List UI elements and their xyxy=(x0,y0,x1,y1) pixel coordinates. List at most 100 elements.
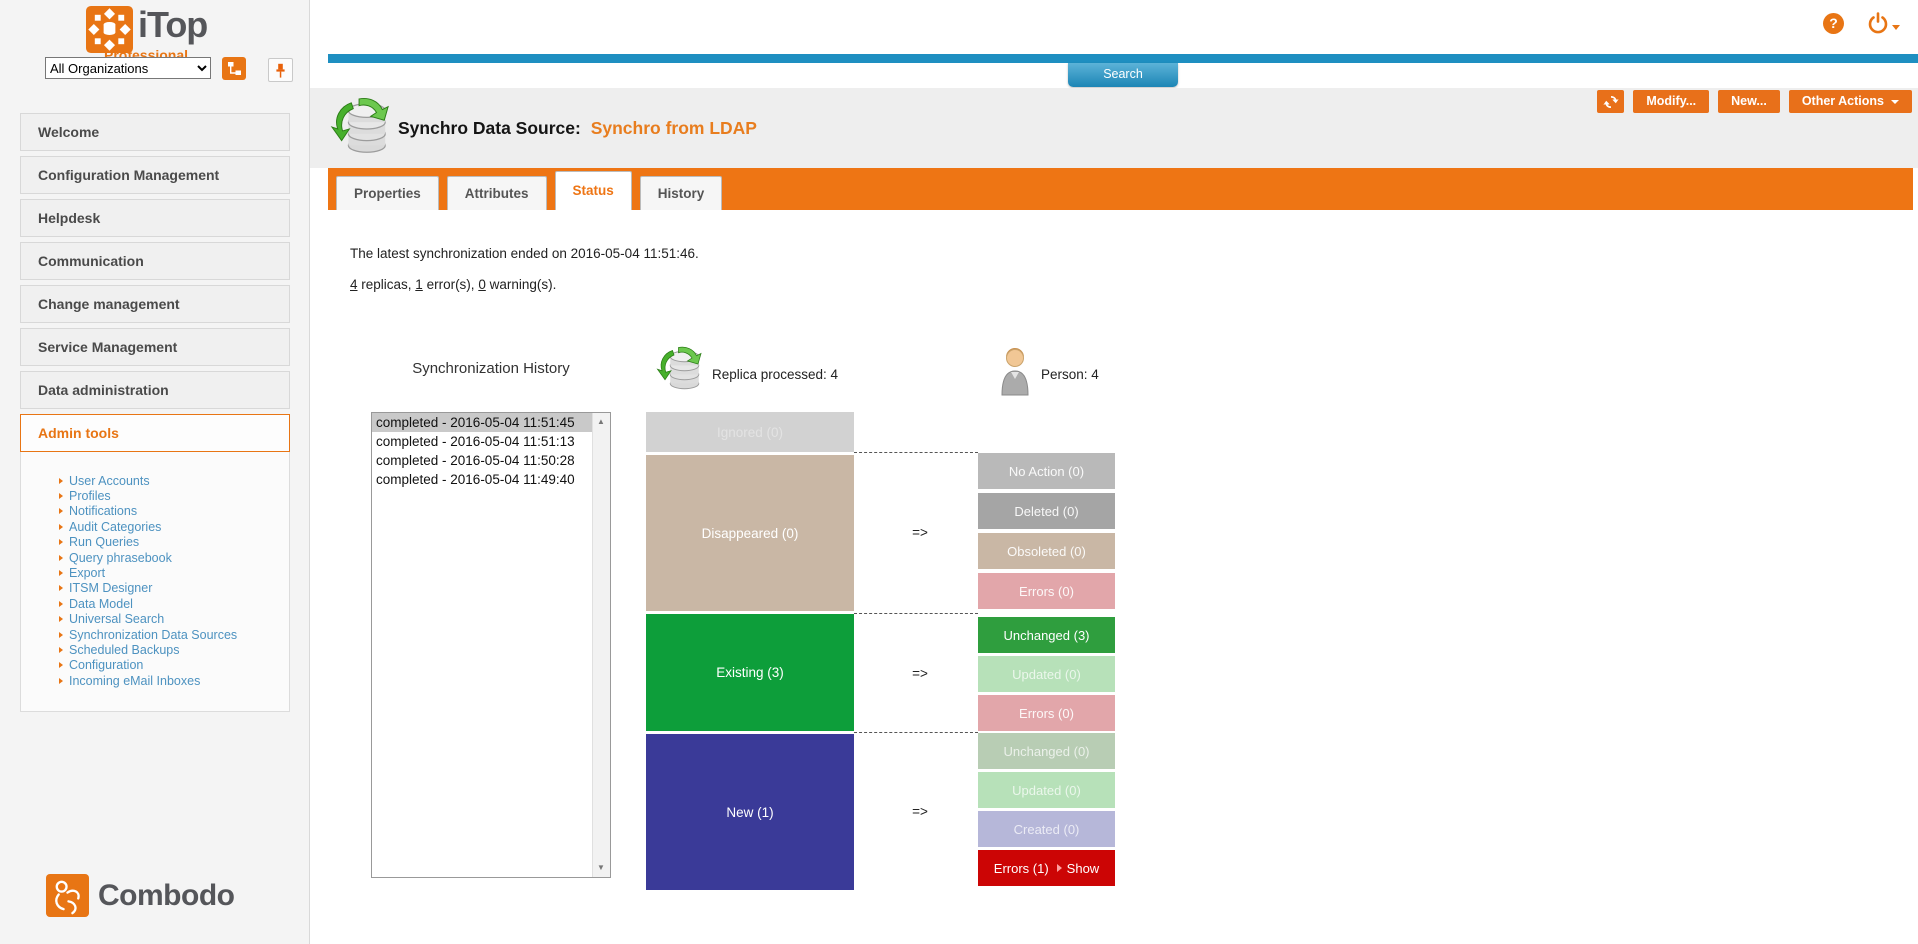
submenu-label[interactable]: Configuration xyxy=(69,658,143,672)
status-box-updated-existing: Updated (0) xyxy=(978,656,1115,692)
submenu-label[interactable]: Notifications xyxy=(69,504,137,518)
submenu-item-data-model[interactable]: Data Model xyxy=(21,596,289,611)
logout-menu[interactable] xyxy=(1867,12,1900,34)
pin-menu-button[interactable] xyxy=(268,58,293,82)
sidebar-item-service-management[interactable]: Service Management xyxy=(20,328,290,366)
other-actions-label: Other Actions xyxy=(1802,90,1884,113)
sidebar-item-configuration-management[interactable]: Configuration Management xyxy=(20,156,290,194)
sidebar-item-data-administration[interactable]: Data administration xyxy=(20,371,290,409)
scroll-up-icon[interactable]: ▲ xyxy=(593,414,609,430)
synchronization-history-listbox[interactable]: completed - 2016-05-04 11:51:45 complete… xyxy=(371,412,611,878)
sidebar-item-change-management[interactable]: Change management xyxy=(20,285,290,323)
connector-line xyxy=(854,613,978,614)
refresh-icon xyxy=(1603,94,1619,110)
modify-button[interactable]: Modify... xyxy=(1633,90,1709,113)
submenu-label[interactable]: Profiles xyxy=(69,489,111,503)
status-box-errors-existing: Errors (0) xyxy=(978,695,1115,731)
submenu-item-incoming-email-inboxes[interactable]: Incoming eMail Inboxes xyxy=(21,673,289,688)
sidebar-item-helpdesk[interactable]: Helpdesk xyxy=(20,199,290,237)
replicas-text: replicas, xyxy=(358,277,416,292)
tab-history[interactable]: History xyxy=(640,176,723,210)
sidebar-item-communication[interactable]: Communication xyxy=(20,242,290,280)
history-item[interactable]: completed - 2016-05-04 11:51:45 xyxy=(372,413,610,432)
search-button[interactable]: Search xyxy=(1068,63,1178,87)
status-box-errors-new: Errors (1) Show xyxy=(978,850,1115,886)
submenu-item-universal-search[interactable]: Universal Search xyxy=(21,612,289,627)
submenu-label[interactable]: User Accounts xyxy=(69,474,150,488)
warnings-count-link[interactable]: 0 xyxy=(478,277,486,292)
other-actions-button[interactable]: Other Actions xyxy=(1789,90,1912,113)
show-caret-icon xyxy=(1057,864,1062,872)
tab-properties[interactable]: Properties xyxy=(336,176,439,210)
submenu-label[interactable]: ITSM Designer xyxy=(69,581,152,595)
bullet-triangle-icon xyxy=(59,570,63,576)
submenu-item-configuration[interactable]: Configuration xyxy=(21,658,289,673)
show-errors-link[interactable]: Show xyxy=(1067,861,1100,876)
errors-count-link[interactable]: 1 xyxy=(415,277,423,292)
submenu-item-query-phrasebook[interactable]: Query phrasebook xyxy=(21,550,289,565)
bullet-triangle-icon xyxy=(59,539,63,545)
combodo-logo-text: Combodo xyxy=(98,879,234,913)
history-item[interactable]: completed - 2016-05-04 11:49:40 xyxy=(372,470,610,489)
new-button[interactable]: New... xyxy=(1718,90,1780,113)
tab-attributes[interactable]: Attributes xyxy=(447,176,547,210)
submenu-item-notifications[interactable]: Notifications xyxy=(21,504,289,519)
errors-text: error(s), xyxy=(423,277,479,292)
history-item[interactable]: completed - 2016-05-04 11:51:13 xyxy=(372,432,610,451)
submenu-item-run-queries[interactable]: Run Queries xyxy=(21,535,289,550)
app-logo-title: iTop xyxy=(138,4,207,46)
sidebar-item-admin-tools[interactable]: Admin tools xyxy=(20,414,290,452)
submenu-item-export[interactable]: Export xyxy=(21,565,289,580)
chevron-down-icon xyxy=(1892,25,1900,30)
submenu-label[interactable]: Incoming eMail Inboxes xyxy=(69,674,200,688)
help-icon[interactable]: ? xyxy=(1823,13,1844,34)
bullet-triangle-icon xyxy=(59,585,63,591)
admin-tools-submenu: User Accounts Profiles Notifications Aud… xyxy=(20,452,290,712)
organization-select[interactable]: All Organizations xyxy=(45,57,211,79)
org-hierarchy-button[interactable] xyxy=(222,57,246,80)
errors-new-label: Errors (1) xyxy=(994,861,1049,876)
tab-status[interactable]: Status xyxy=(555,171,632,210)
main-area: Search ? Synchro Data Source: Synchro fr xyxy=(310,0,1918,944)
chevron-down-icon xyxy=(1891,100,1899,104)
submenu-label[interactable]: Audit Categories xyxy=(69,520,161,534)
submenu-item-synchronization-data-sources[interactable]: Synchronization Data Sources xyxy=(21,627,289,642)
person-count-label: Person: 4 xyxy=(1041,367,1099,382)
arrow-new: => xyxy=(903,804,937,819)
combodo-logo-icon xyxy=(46,874,89,917)
pin-icon xyxy=(274,63,287,78)
replicas-count-link[interactable]: 4 xyxy=(350,277,358,292)
submenu-item-audit-categories[interactable]: Audit Categories xyxy=(21,519,289,534)
page-title-prefix: Synchro Data Source: xyxy=(398,118,581,138)
submenu-label[interactable]: Data Model xyxy=(69,597,133,611)
status-box-new: New (1) xyxy=(646,734,854,890)
submenu-label[interactable]: Scheduled Backups xyxy=(69,643,180,657)
page-title: Synchro Data Source: Synchro from LDAP xyxy=(398,118,757,139)
listbox-scrollbar[interactable]: ▲ ▼ xyxy=(592,413,610,877)
history-item[interactable]: completed - 2016-05-04 11:50:28 xyxy=(372,451,610,470)
sync-summary-line: The latest synchronization ended on 2016… xyxy=(350,246,699,261)
submenu-item-user-accounts[interactable]: User Accounts xyxy=(21,473,289,488)
action-buttons: Modify... New... Other Actions xyxy=(1588,90,1912,113)
submenu-label[interactable]: Synchronization Data Sources xyxy=(69,628,237,642)
status-box-deleted: Deleted (0) xyxy=(978,493,1115,529)
refresh-button[interactable] xyxy=(1597,90,1624,113)
tabs: Properties Attributes Status History xyxy=(336,171,730,210)
object-header: Synchro Data Source: Synchro from LDAP M… xyxy=(310,88,1918,168)
submenu-item-profiles[interactable]: Profiles xyxy=(21,488,289,503)
tab-strip: Properties Attributes Status History xyxy=(328,168,1913,210)
sidebar-item-welcome[interactable]: Welcome xyxy=(20,113,290,151)
submenu-item-itsm-designer[interactable]: ITSM Designer xyxy=(21,581,289,596)
submenu-label[interactable]: Run Queries xyxy=(69,535,139,549)
connector-line xyxy=(854,732,978,733)
status-box-disappeared: Disappeared (0) xyxy=(646,455,854,611)
submenu-item-scheduled-backups[interactable]: Scheduled Backups xyxy=(21,642,289,657)
submenu-label[interactable]: Query phrasebook xyxy=(69,551,172,565)
scroll-down-icon[interactable]: ▼ xyxy=(593,860,609,876)
bullet-triangle-icon xyxy=(59,493,63,499)
bullet-triangle-icon xyxy=(59,616,63,622)
sidebar-menu: Welcome Configuration Management Helpdes… xyxy=(20,113,290,452)
submenu-label[interactable]: Universal Search xyxy=(69,612,164,626)
submenu-label[interactable]: Export xyxy=(69,566,105,580)
search-bar-stripe xyxy=(328,54,1918,63)
